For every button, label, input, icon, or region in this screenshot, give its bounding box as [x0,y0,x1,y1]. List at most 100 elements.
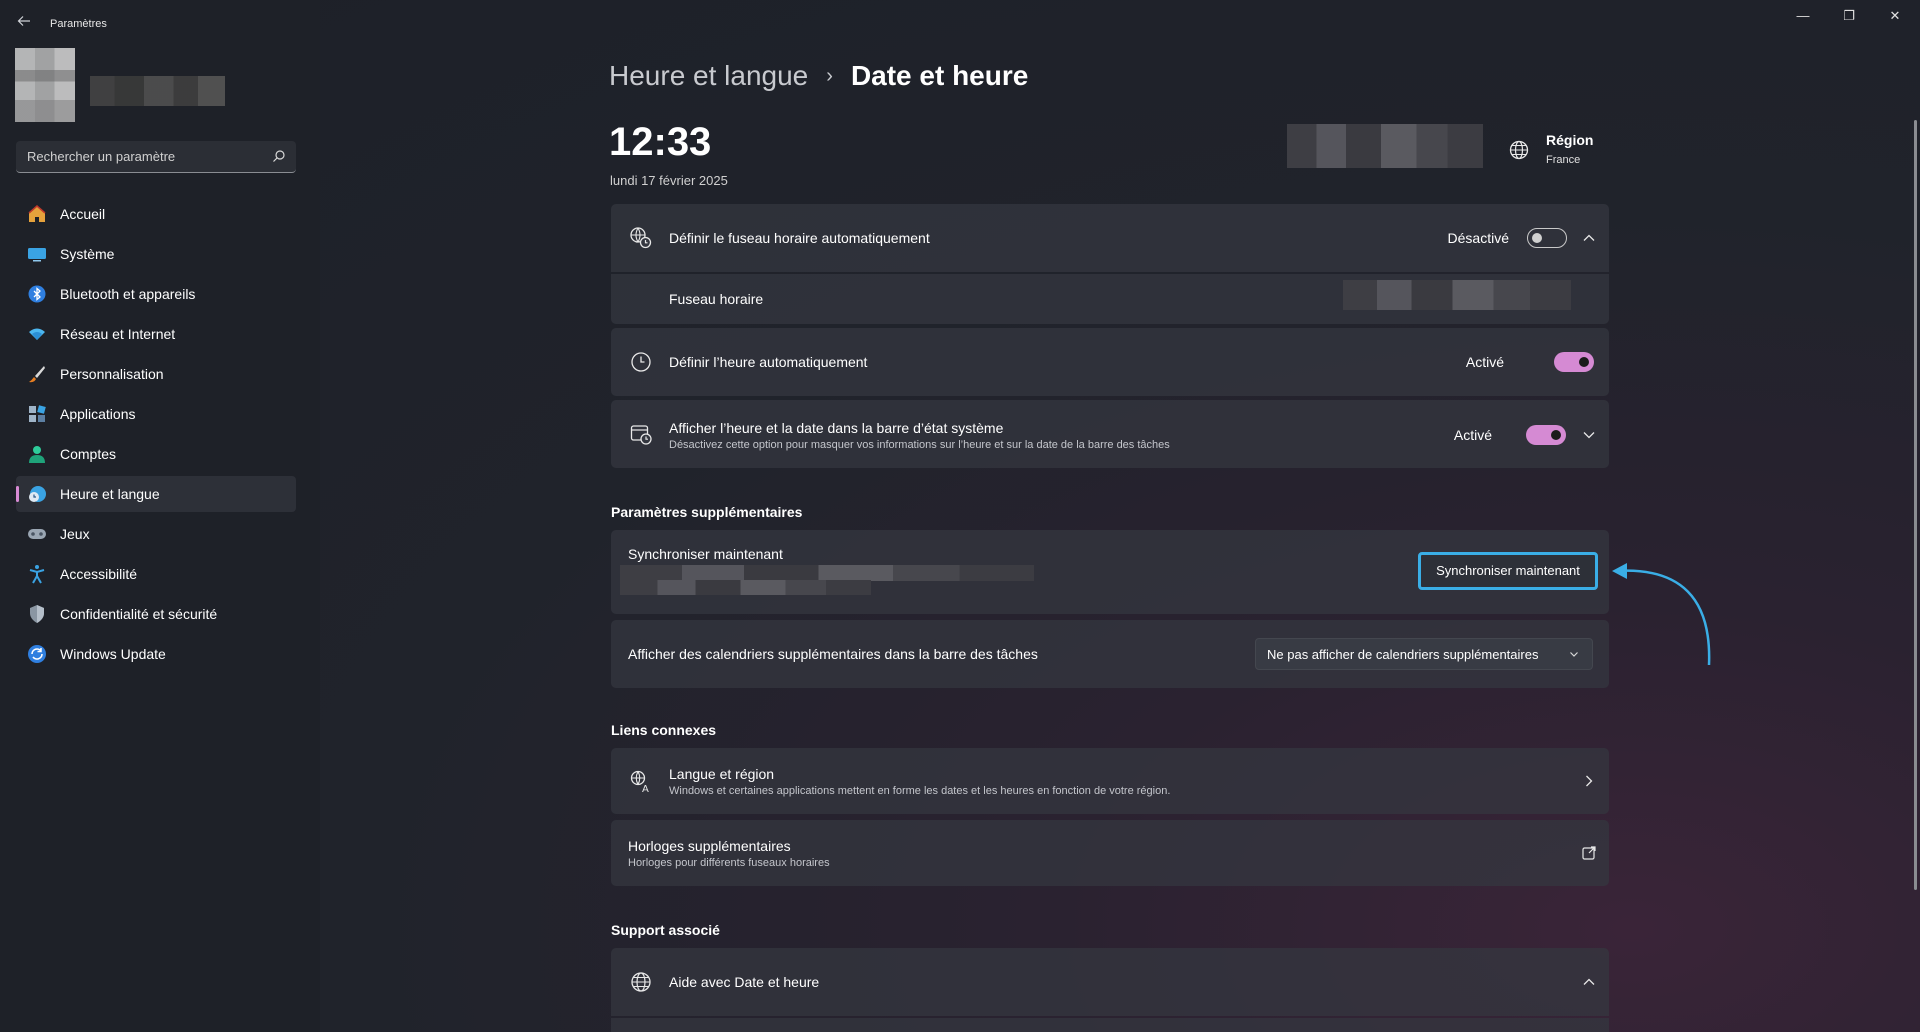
timezone-row[interactable]: Fuseau horaire [611,274,1609,324]
auto-time-state: Activé [1465,354,1504,370]
sidebar-item-heure-langue[interactable]: Heure et langue [16,476,296,512]
search-input[interactable] [16,141,266,172]
language-region-description: Windows et certaines applications metten… [669,785,1171,797]
sidebar-item-accueil[interactable]: Accueil [16,196,296,232]
redacted-time-server [620,580,871,595]
extra-clocks-label: Horloges supplémentaires [628,838,791,854]
chevron-up-icon[interactable] [1581,974,1597,990]
profile-name-redacted [90,76,225,106]
language-region-label: Langue et région [669,766,775,782]
update-icon [26,643,48,665]
show-time-tray-description: Désactivez cette option pour masquer vos… [669,439,1170,451]
auto-time-card[interactable]: Définir l’heure automatiquement Activé [611,328,1609,396]
wifi-icon [26,323,48,345]
sidebar-item-label: Réseau et Internet [60,326,176,342]
calendar-clock-icon [630,425,652,445]
extra-calendars-dropdown[interactable]: Ne pas afficher de calendriers supplémen… [1255,638,1593,670]
language-region-link[interactable]: A Langue et région Windows et certaines … [611,748,1609,814]
extra-clocks-link[interactable]: Horloges supplémentaires Horloges pour d… [611,820,1609,886]
open-external-icon [1582,846,1596,860]
show-time-tray-toggle[interactable] [1526,425,1566,445]
brush-icon [26,363,48,385]
clock-icon [631,352,651,372]
globe-icon [631,972,651,992]
auto-timezone-label: Définir le fuseau horaire automatiquemen… [669,230,930,246]
gamepad-icon [26,523,48,545]
sidebar-nav: Accueil Système Bluetooth et appareils R… [16,196,296,676]
chevron-right-icon [1586,775,1593,787]
redacted-timezone-value[interactable] [1343,280,1571,310]
close-button[interactable]: ✕ [1872,0,1918,32]
avatar[interactable] [15,48,75,122]
sidebar-item-confidentialite[interactable]: Confidentialité et sécurité [16,596,296,632]
sidebar-item-accessibilite[interactable]: Accessibilité [16,556,296,592]
breadcrumb: Heure et langue › Date et heure [609,56,1028,96]
home-icon [26,203,48,225]
sidebar-item-label: Windows Update [60,646,166,662]
breadcrumb-parent[interactable]: Heure et langue [609,60,808,92]
related-links-title: Liens connexes [611,722,717,738]
sidebar-item-comptes[interactable]: Comptes [16,436,296,472]
title-bar: Paramètres — ❐ ✕ [0,0,1920,48]
auto-timezone-toggle[interactable] [1527,228,1567,248]
account-icon [26,443,48,465]
chevron-down-icon[interactable] [1581,427,1597,443]
sidebar-item-label: Comptes [60,446,117,462]
search-icon[interactable] [272,149,286,163]
scrollbar[interactable] [1914,120,1917,890]
show-time-tray-label: Afficher l’heure et la date dans la barr… [669,420,1004,436]
sidebar-item-systeme[interactable]: Système [16,236,296,272]
sync-now-button[interactable]: Synchroniser maintenant [1418,552,1598,590]
sidebar-item-label: Applications [60,406,136,422]
language-icon: A [630,770,649,793]
shield-icon [26,603,48,625]
auto-time-toggle[interactable] [1554,352,1594,372]
sidebar-item-label: Système [60,246,115,262]
sidebar-item-label: Bluetooth et appareils [60,286,196,302]
current-date: lundi 17 février 2025 [610,173,728,188]
sidebar-item-reseau[interactable]: Réseau et Internet [16,316,296,352]
svg-text:A: A [642,784,649,793]
sidebar-item-bluetooth[interactable]: Bluetooth et appareils [16,276,296,312]
sidebar-item-label: Accueil [60,206,106,222]
help-date-time-card[interactable]: Aide avec Date et heure [611,948,1609,1016]
chevron-down-icon [1570,652,1578,657]
show-time-tray-card[interactable]: Afficher l’heure et la date dans la barr… [611,400,1609,468]
dropdown-selected-value: Ne pas afficher de calendriers supplémen… [1267,646,1539,662]
redacted-timezone-info [1287,124,1483,168]
timezone-label: Fuseau horaire [669,291,764,307]
auto-time-label: Définir l’heure automatiquement [669,354,868,370]
redacted-last-sync [620,565,1034,581]
extra-calendars-label: Afficher des calendriers supplémentaires… [628,646,1038,662]
page-title: Date et heure [850,60,1029,91]
region-title: Région [1546,132,1594,148]
bluetooth-icon [26,283,48,305]
auto-timezone-card[interactable]: Définir le fuseau horaire automatiquemen… [611,204,1609,272]
app-title: Paramètres [50,18,107,30]
additional-settings-title: Paramètres supplémentaires [611,504,803,520]
minimize-button[interactable]: — [1780,0,1826,32]
sidebar-item-personnalisation[interactable]: Personnalisation [16,356,296,392]
search-box[interactable] [16,141,296,173]
support-title: Support associé [611,922,720,938]
breadcrumb-separator-icon: › [826,64,833,87]
sidebar-item-label: Confidentialité et sécurité [60,606,218,622]
apps-icon [26,403,48,425]
sidebar-item-applications[interactable]: Applications [16,396,296,432]
region-value: France [1546,154,1581,166]
maximize-button[interactable]: ❐ [1826,0,1872,32]
sidebar-item-windows-update[interactable]: Windows Update [16,636,296,672]
annotation-arrow-icon [1612,563,1711,666]
sidebar-item-label: Heure et langue [60,486,160,502]
chevron-up-icon[interactable] [1581,230,1597,246]
accessibility-icon [26,563,48,585]
settings-window: Paramètres — ❐ ✕ Accueil Système [0,0,1920,1032]
sidebar-item-label: Accessibilité [60,566,138,582]
system-icon [26,243,48,265]
back-arrow-icon[interactable] [12,12,36,36]
sidebar-item-label: Personnalisation [60,366,164,382]
globe-icon [1509,140,1529,160]
sidebar-item-jeux[interactable]: Jeux [16,516,296,552]
timezone-globe-icon [630,227,652,249]
show-time-tray-state: Activé [1453,427,1492,443]
